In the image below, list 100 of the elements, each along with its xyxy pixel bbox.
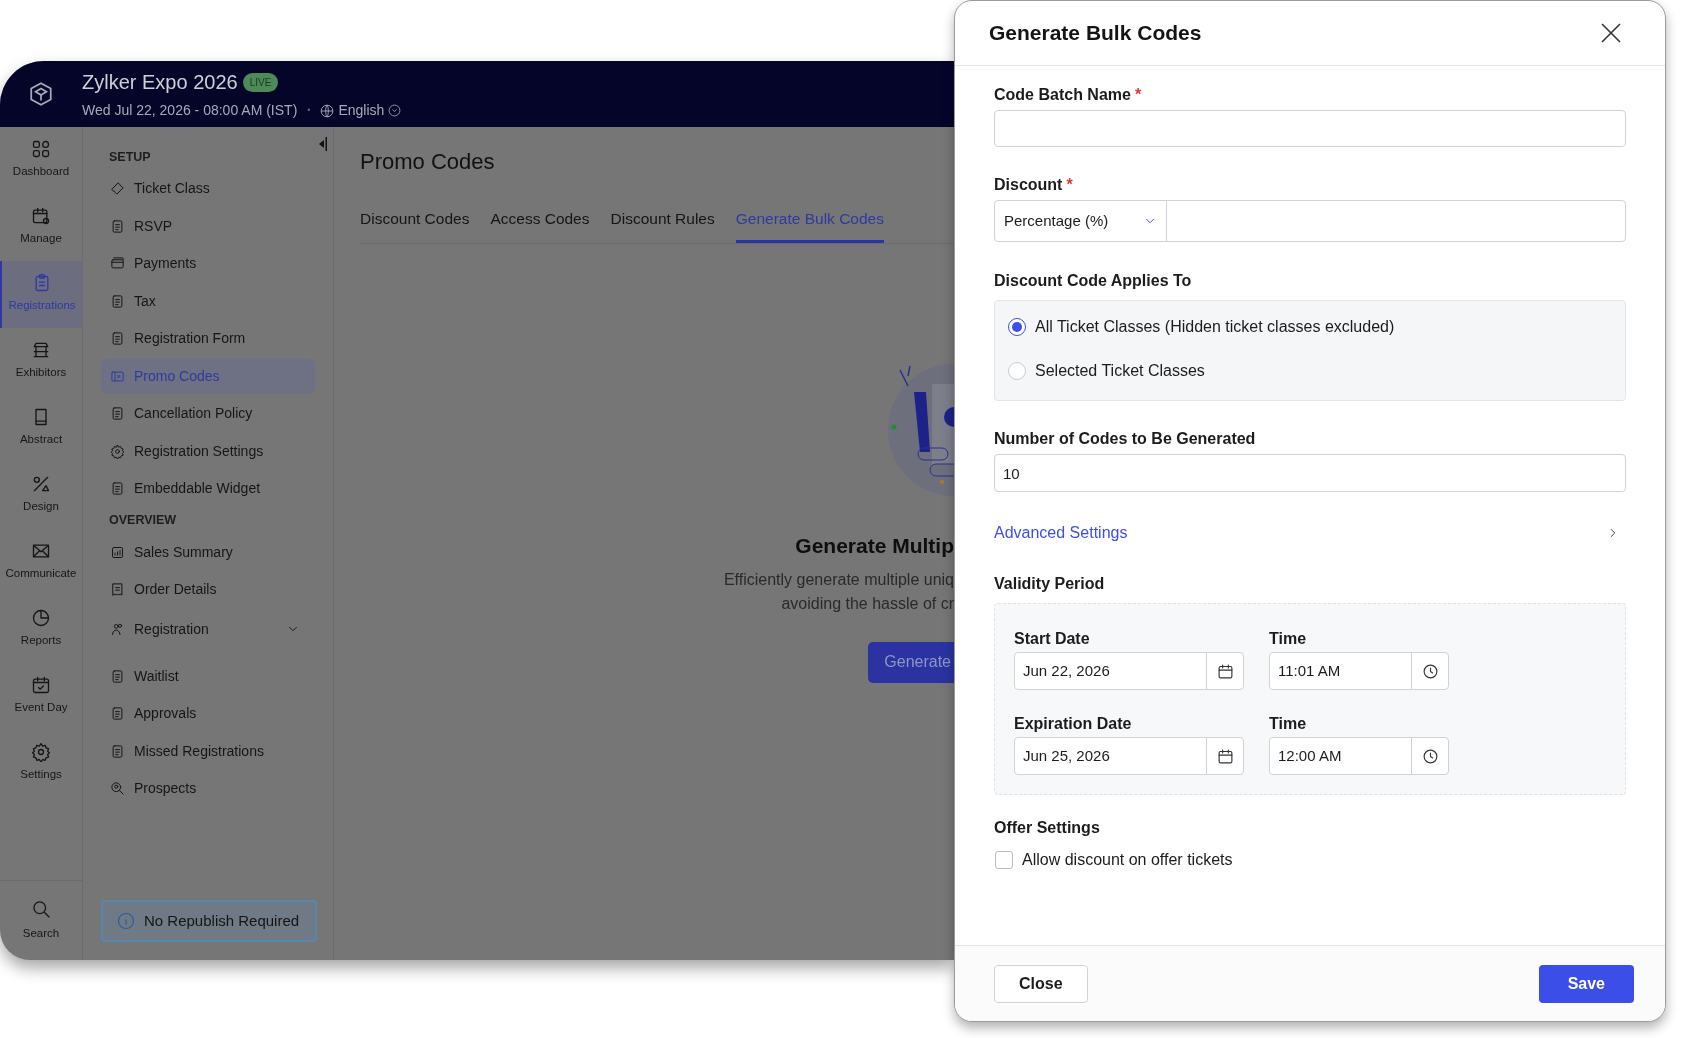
notice-text: No Republish Required [144,910,300,931]
section-heading: SETUP [109,148,152,166]
section-heading: OVERVIEW [109,512,178,530]
radio-label: All Ticket Classes (Hidden ticket classes excluded) [1035,317,1395,337]
discount-field[interactable]: Percentage (%) [994,200,1626,242]
time-field[interactable]: 11:01 AM [1269,652,1449,690]
subnav-item[interactable]: Waitlist [101,658,315,694]
nav-rail-item[interactable]: Communicate [0,529,82,596]
save-button[interactable]: Save [1538,964,1634,1003]
document-icon [110,293,125,309]
subnav-item[interactable]: Cancellation Policy [101,396,315,431]
required-mark: * [1066,175,1073,195]
date-field[interactable]: Jun 25, 2026 [1014,737,1244,775]
dialog-title: Generate Bulk Codes [989,20,1202,47]
checkbox[interactable] [995,851,1013,869]
nav-rail-item[interactable]: Dashboard [0,127,82,194]
field-label: Validity Period [994,574,1105,594]
nav-rail-item[interactable]: Exhibitors [0,328,82,395]
nav-rail-item[interactable]: Design [0,462,82,529]
subnav-item[interactable]: Registration Form [101,321,315,356]
tab[interactable]: Access Codes [490,201,590,243]
logo-icon [28,81,54,107]
collapse-icon[interactable] [319,137,327,151]
settings-icon [110,443,125,459]
field-label: Offer Settings [994,818,1100,838]
nav-rail-item[interactable]: Event Day [0,663,82,730]
field-label: Time [1269,714,1308,732]
text-input[interactable] [994,110,1626,147]
advanced-settings-link[interactable]: Advanced Settings [994,521,1128,545]
nav-rail-item[interactable]: Abstract [0,395,82,462]
subnav-item[interactable]: Approvals [101,696,315,731]
date-field[interactable]: Jun 22, 2026 [1014,652,1244,690]
language-selector[interactable]: English [320,100,402,121]
pie-chart-icon [31,608,51,628]
field-label: Number of Codes to Be Generated [994,429,1256,449]
people-icon [110,621,125,637]
clock-icon [1421,662,1439,680]
empty-state-text: Efficiently generate multiple uniq avoiding the hassle of cr [723,569,954,614]
subnav-item[interactable]: RSVP [101,208,315,244]
calendar-gear-icon [31,206,51,226]
page-title: Promo Codes [360,148,496,176]
subnav-item[interactable]: Tax [101,283,315,319]
separator-dot: • [307,103,311,117]
subnav-item[interactable]: Prospects [101,771,315,806]
radio-button[interactable] [1008,318,1026,336]
subnav-item[interactable]: Registration [101,611,315,647]
globe-icon [320,103,335,118]
receipt-icon [110,582,125,597]
close-button[interactable]: Close [994,964,1088,1003]
calendar-check-icon [31,675,51,695]
envelope-icon [31,541,51,561]
field-label: Discount [994,175,1063,195]
radio-label: Selected Ticket Classes [1035,361,1205,381]
document-icon [110,743,125,759]
document-icon [110,668,125,684]
number-input[interactable]: 10 [994,454,1626,492]
document-icon [110,706,125,721]
discount-type-value: Percentage (%) [1004,210,1109,231]
card-icon [110,256,125,271]
chevron-icon [388,104,402,117]
booth-icon [31,340,51,360]
document-icon [110,218,125,234]
calendar-icon [1216,662,1234,680]
subnav-item[interactable]: Order Details [101,572,315,607]
search-nav-item[interactable]: Search [22,898,60,943]
coupon-icon [110,368,125,384]
field-label: Expiration Date [1014,714,1133,732]
tab[interactable]: Generate Bulk Codes [735,201,884,243]
grid-icon [31,139,51,159]
info-icon [117,912,135,930]
close-button[interactable] [1601,23,1621,43]
chart-document-icon [110,544,125,560]
nav-rail-item[interactable]: Settings [0,730,82,797]
tab[interactable]: Discount Codes [360,201,470,243]
field-label: Start Date [1014,629,1091,647]
search-person-icon [110,781,125,796]
settings-icon [31,742,51,762]
tab[interactable]: Discount Rules [610,201,715,243]
subnav-item[interactable]: Payments [101,246,315,281]
nav-rail-item[interactable]: Reports [0,596,82,663]
generate-button[interactable]: Generate [868,641,954,683]
subnav-item[interactable]: Missed Registrations [101,733,315,769]
event-title: Zylker Expo 2026 [82,70,238,95]
search-icon [31,898,51,919]
calendar-icon [1216,747,1234,765]
close-icon [1601,23,1621,43]
nav-rail-item[interactable]: Manage [0,194,82,261]
subnav-item[interactable]: Sales Summary [101,534,315,570]
time-field[interactable]: 12:00 AM [1269,737,1449,775]
field-label: Time [1269,629,1308,647]
field-label: Code Batch Name [994,85,1131,105]
document-icon [110,331,125,346]
pen-ruler-icon [31,474,51,494]
subnav-item[interactable]: Embeddable Widget [101,471,315,506]
clock-icon [1421,747,1439,765]
subnav-item[interactable]: Registration Settings [101,433,315,469]
live-status: LIVE [242,72,279,92]
subnav-item[interactable]: Ticket Class [101,171,315,206]
ticket-icon [110,181,125,196]
required-mark: * [1134,85,1142,105]
